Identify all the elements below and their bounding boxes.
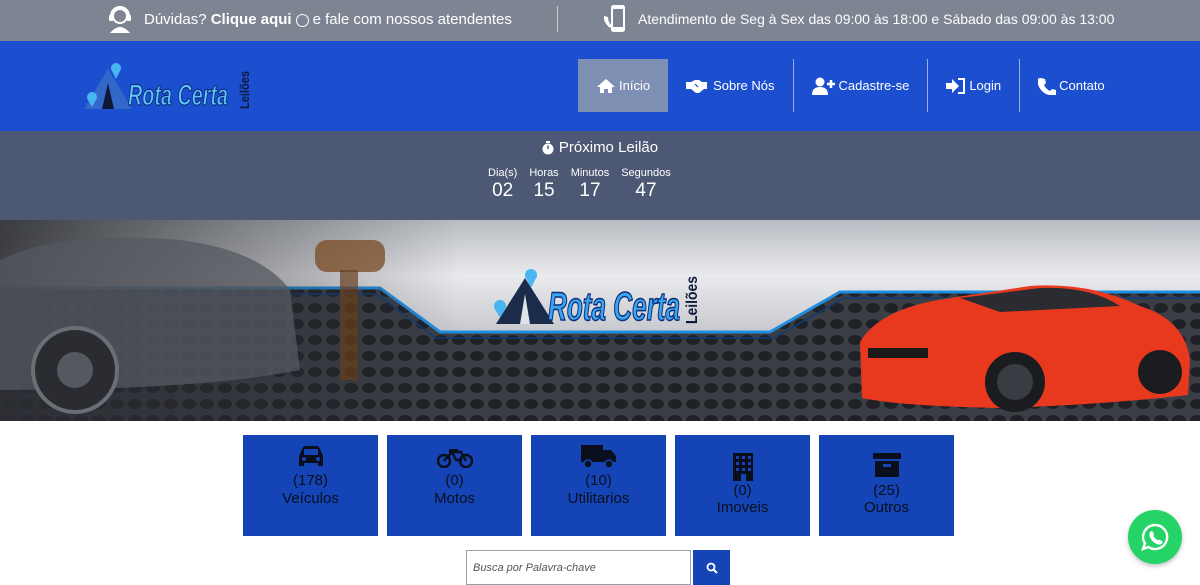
nav-login[interactable]: Login: [928, 59, 1021, 112]
countdown-title-text: Próximo Leilão: [558, 139, 659, 156]
logo-name: Rota Certa: [128, 79, 228, 112]
whatsapp-small-icon: [295, 13, 309, 27]
countdown-units: Dia(s) 02 Horas 15 Minutos 17 Segundos 4…: [488, 167, 683, 202]
category-imoveis[interactable]: (0) Imoveis: [675, 435, 810, 536]
building-icon: [732, 453, 753, 481]
nav-label: Início: [619, 78, 651, 93]
car-icon-wrap: [243, 446, 378, 468]
search-input[interactable]: [466, 550, 691, 585]
car-icon: [298, 446, 323, 466]
search-button[interactable]: [693, 550, 730, 585]
category-count: (0): [733, 482, 752, 499]
whatsapp-button[interactable]: [1128, 510, 1182, 564]
stopwatch-icon: [542, 140, 554, 154]
nav-sobre-nos[interactable]: Sobre Nós: [668, 59, 794, 112]
box-icon: [872, 453, 901, 477]
category-veiculos[interactable]: (178) Veículos: [243, 435, 378, 536]
user-plus-icon: [811, 77, 835, 95]
banner-logo-name: Rota Certa: [548, 285, 680, 329]
category-label: Veículos: [282, 490, 339, 507]
nav-label: Sobre Nós: [713, 78, 775, 93]
handshake-icon: [686, 79, 708, 93]
nav-cadastre-se[interactable]: Cadastre-se: [794, 59, 929, 112]
search-icon: [706, 562, 718, 574]
countdown-title: Próximo Leilão: [0, 139, 1200, 156]
hours-text: Atendimento de Seg à Sex das 09:00 às 18…: [638, 11, 1115, 27]
countdown-label: Dia(s): [488, 167, 518, 179]
motorcycle-icon-wrap: [387, 446, 522, 468]
countdown-minutes: Minutos 17: [571, 167, 610, 202]
phone-icon: [1038, 77, 1057, 95]
sign-in-icon: [946, 77, 966, 94]
main-nav: Início Sobre Nós Cadastre-se Login Conta…: [578, 59, 1123, 112]
category-utilitarios[interactable]: (10) Utilitarios: [531, 435, 666, 536]
home-icon: [597, 78, 615, 93]
top-info-bar: Dúvidas? Clique aqui e fale com nossos a…: [0, 0, 1200, 41]
hero-banner: Rota Certa Leilões: [0, 220, 1200, 421]
site-logo[interactable]: Rota Certa Leilões: [82, 59, 262, 115]
countdown-days: Dia(s) 02: [488, 167, 517, 202]
category-motos[interactable]: (0) Motos: [387, 435, 522, 536]
countdown-value: 02: [492, 180, 514, 201]
category-count: (178): [292, 472, 329, 489]
help-text-1: Dúvidas?: [144, 10, 207, 28]
banner-artwork: Rota Certa Leilões: [0, 220, 1200, 421]
box-icon-wrap: [819, 453, 954, 477]
nav-label: Login: [969, 78, 1002, 93]
nav-inicio[interactable]: Início: [578, 59, 669, 112]
banner-logo-sub: Leilões: [684, 276, 701, 324]
mobile-phone-icon: [603, 5, 625, 32]
nav-label: Contato: [1059, 78, 1105, 93]
building-icon-wrap: [675, 453, 810, 481]
category-outros[interactable]: (25) Outros: [819, 435, 954, 536]
countdown-value: 17: [579, 180, 601, 201]
motorcycle-icon: [436, 449, 473, 468]
category-label: Motos: [434, 490, 475, 507]
help-text-2: e fale com nossos atendentes: [312, 10, 512, 28]
countdown-label: Minutos: [570, 167, 610, 179]
help-contact: Dúvidas? Clique aqui e fale com nossos a…: [106, 4, 512, 34]
nav-label: Cadastre-se: [838, 78, 910, 93]
business-hours: Atendimento de Seg à Sex das 09:00 às 18…: [602, 4, 1114, 34]
category-count: (0): [445, 472, 464, 489]
category-label: Outros: [863, 499, 909, 516]
logo-sub: Leilões: [237, 71, 252, 109]
category-count: (10): [585, 472, 612, 489]
category-label: Imoveis: [716, 499, 769, 516]
help-link[interactable]: Clique aqui: [211, 11, 292, 28]
whatsapp-icon: [1140, 523, 1169, 552]
truck-icon: [580, 445, 616, 469]
support-agent-icon: [109, 6, 131, 33]
main-header: Rota Certa Leilões Início Sobre Nós Cada…: [0, 41, 1200, 131]
countdown-seconds: Segundos 47: [621, 167, 671, 202]
countdown-label: Segundos: [621, 167, 671, 179]
nav-contato[interactable]: Contato: [1020, 59, 1123, 112]
countdown-value: 47: [635, 180, 657, 201]
topbar-divider: [557, 6, 558, 32]
category-count: (25): [873, 482, 900, 499]
category-label: Utilitarios: [567, 490, 630, 507]
countdown-panel: Próximo Leilão Dia(s) 02 Horas 15 Minuto…: [0, 131, 1200, 220]
category-cards: (178) Veículos (0) Motos (10) Utilitario…: [243, 435, 963, 536]
countdown-value: 15: [533, 180, 555, 201]
countdown-label: Horas: [529, 167, 559, 179]
countdown-hours: Horas 15: [529, 167, 558, 202]
truck-icon-wrap: [531, 445, 666, 469]
